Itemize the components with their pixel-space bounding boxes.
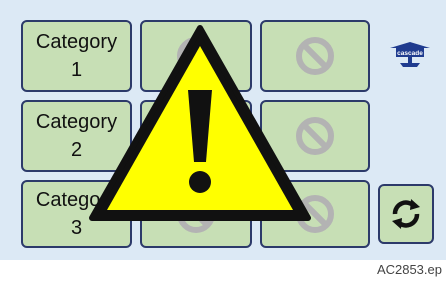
prohibited-icon [177,195,215,233]
empty-slot-button[interactable] [260,180,370,248]
figure-reference-code: AC2853.ep [376,262,442,277]
category-1-button[interactable]: Category 1 [21,20,132,92]
empty-slot-button[interactable] [140,100,252,172]
prohibited-icon [296,195,334,233]
cascade-logo: cascade [390,42,430,67]
category-2-label: Category 2 [35,111,118,161]
prohibited-icon [296,117,334,155]
prohibited-icon [296,37,334,75]
prohibited-icon [177,117,215,155]
display-screen: Category 1 Category 2 Category 3 cascade [0,0,446,260]
category-1-label: Category 1 [35,31,118,81]
refresh-button[interactable] [378,184,434,244]
category-2-button[interactable]: Category 2 [21,100,132,172]
empty-slot-button[interactable] [140,20,252,92]
category-3-button[interactable]: Category 3 [21,180,132,248]
logo-text: cascade [397,50,423,57]
empty-slot-button[interactable] [260,20,370,92]
category-3-label: Category 3 [35,189,118,239]
empty-slot-button[interactable] [140,180,252,248]
refresh-icon [392,199,420,229]
empty-slot-button[interactable] [260,100,370,172]
prohibited-icon [177,37,215,75]
